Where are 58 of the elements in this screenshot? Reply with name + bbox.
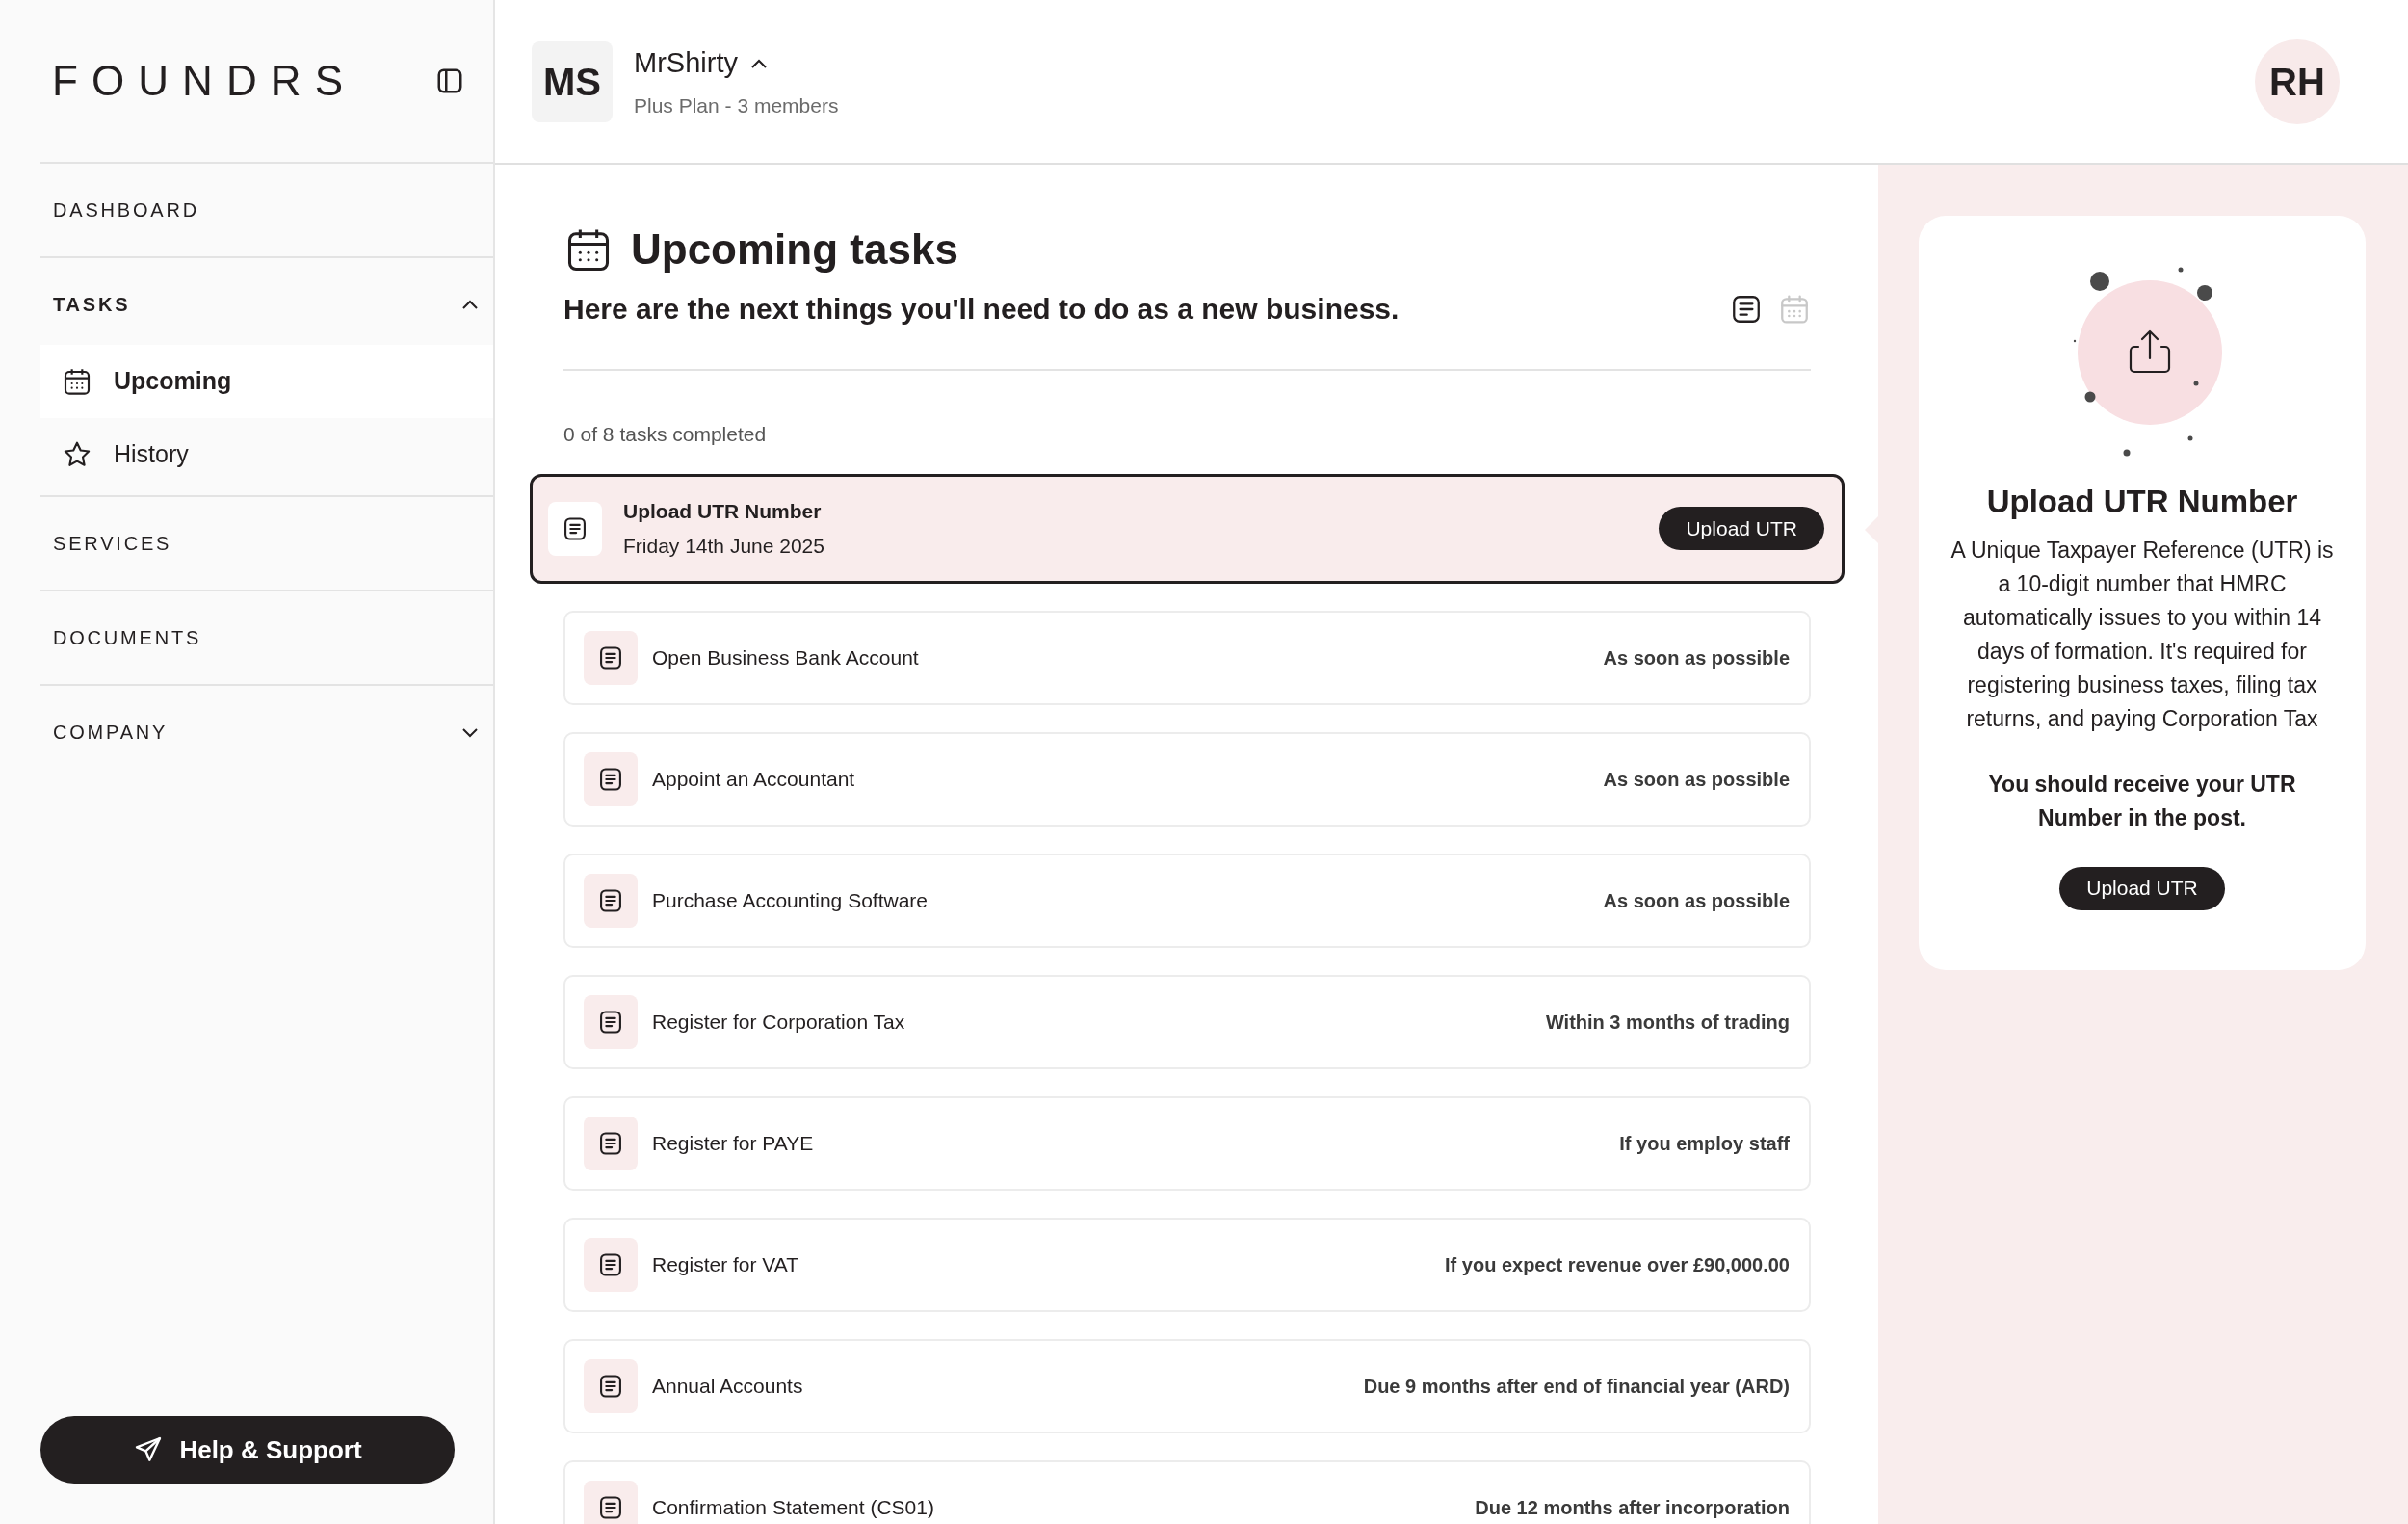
upload-utr-button[interactable]: Upload UTR — [1659, 507, 1824, 550]
task-title: Upload UTR Number — [623, 499, 823, 524]
document-icon — [597, 1008, 624, 1036]
nav-item[interactable]: DOCUMENTS — [40, 591, 493, 684]
task-row[interactable]: Annual Accounts Due 9 months after end of financial year (ARD) — [563, 1338, 1811, 1433]
task-row[interactable]: Appoint an Accountant As soon as possible — [563, 731, 1811, 827]
workspace-plan: Plus Plan - 3 members — [634, 92, 839, 118]
task-due: If you expect revenue over £90,000.00 — [1445, 1252, 1790, 1277]
document-icon — [597, 644, 624, 671]
task-title: Confirmation Statement (CS01) — [652, 1494, 935, 1520]
task-row[interactable]: Upload UTR Number Friday 14th June 2025 Upload UTR — [530, 473, 1845, 584]
task-due: As soon as possible — [1603, 767, 1790, 792]
task-due: As soon as possible — [1603, 888, 1790, 913]
calendar-icon — [62, 366, 92, 397]
workspace-avatar: MS — [532, 40, 613, 122]
progress-text: 0 of 8 tasks completed — [563, 422, 768, 447]
task-title: Register for Corporation Tax — [652, 1009, 906, 1035]
nav-item[interactable]: SERVICES — [40, 497, 493, 590]
nav-subitem[interactable]: History — [40, 418, 493, 491]
document-icon — [597, 1250, 624, 1278]
document-icon — [562, 514, 589, 542]
upload-utr-button[interactable]: Upload UTR — [2059, 866, 2225, 910]
task-row[interactable]: Purchase Accounting Software As soon as possible — [563, 853, 1811, 948]
document-icon — [597, 1493, 624, 1521]
sidebar-toggle-icon[interactable] — [435, 66, 464, 95]
task-row[interactable]: Register for PAYE If you employ staff — [563, 1095, 1811, 1191]
task-row[interactable]: Register for Corporation Tax Within 3 months of trading — [563, 974, 1811, 1069]
document-icon — [597, 765, 624, 793]
task-row[interactable]: Confirmation Statement (CS01) Due 12 months after incorporation — [563, 1459, 1811, 1524]
document-icon — [597, 886, 624, 914]
document-icon — [597, 1372, 624, 1400]
document-icon — [597, 1129, 624, 1157]
task-title: Appoint an Accountant — [652, 766, 856, 792]
task-title: Purchase Accounting Software — [652, 887, 929, 913]
task-row[interactable]: Register for VAT If you expect revenue over £90,000.00 — [563, 1217, 1811, 1312]
task-row[interactable]: Open Business Bank Account As soon as possible — [563, 610, 1811, 705]
task-title: Open Business Bank Account — [652, 644, 920, 670]
task-title: Annual Accounts — [652, 1373, 804, 1399]
detail-description: A Unique Taxpayer Reference (UTR) is a 10-digit number that HMRC automatically issues to you within 14 days of formation. It's required for registering business taxes, filing tax returns, and paying Corporation Tax — [1950, 536, 2335, 733]
page-subtitle: Here are the next things you'll need to do as a new business. — [563, 292, 1400, 327]
help-support-button[interactable]: Help & Support — [40, 1416, 455, 1484]
nav-item[interactable]: DASHBOARD — [40, 164, 493, 256]
task-title: Register for VAT — [652, 1251, 800, 1277]
nav-subitem[interactable]: Upcoming — [40, 345, 493, 418]
task-title: Register for PAYE — [652, 1130, 815, 1156]
page-title: Upcoming tasks — [631, 224, 958, 275]
task-due: As soon as possible — [1603, 645, 1790, 670]
nav-item[interactable]: COMPANY — [40, 686, 493, 778]
task-due: Due 12 months after incorporation — [1475, 1495, 1790, 1520]
task-due: If you employ staff — [1619, 1131, 1790, 1156]
detail-title: Upload UTR Number — [1986, 483, 2298, 521]
detail-note: You should receive your UTR Number in the post. — [1987, 770, 2297, 832]
user-avatar[interactable]: RH — [2255, 39, 2340, 124]
task-due: Within 3 months of trading — [1545, 1010, 1790, 1035]
logo: FOUNDRS — [51, 56, 357, 106]
task-due: Due 9 months after end of financial year (ARD) — [1363, 1374, 1790, 1399]
task-date: Friday 14th June 2025 — [623, 533, 825, 559]
workspace-name[interactable]: MrShirty — [634, 42, 738, 85]
